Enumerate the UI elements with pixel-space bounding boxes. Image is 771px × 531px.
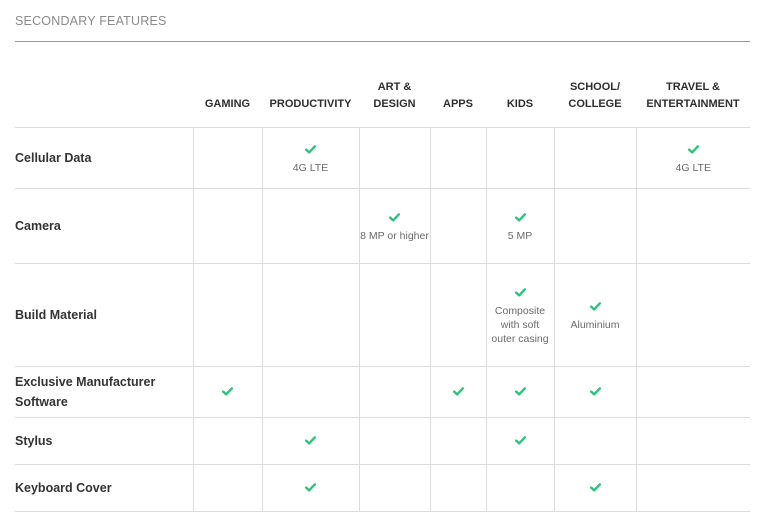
table-row: Cellular Data 4G LTE 4G LTE xyxy=(15,127,750,189)
feature-label: Stylus xyxy=(15,417,193,465)
feature-cell-gaming xyxy=(192,366,262,418)
feature-cell-school_college xyxy=(553,464,636,512)
feature-cell-productivity: 4G LTE xyxy=(261,127,359,189)
feature-cell-travel_entertainment xyxy=(635,263,750,367)
feature-cell-gaming xyxy=(192,188,262,264)
feature-cell-travel_entertainment xyxy=(635,417,750,465)
check-icon xyxy=(222,387,233,396)
check-icon xyxy=(589,387,601,396)
feature-cell-travel_entertainment xyxy=(635,366,750,418)
feature-cell-kids: Composite with soft outer casing xyxy=(485,263,554,367)
check-icon xyxy=(305,436,316,445)
feature-cell-art_design xyxy=(358,366,430,418)
feature-cell-kids xyxy=(485,417,554,465)
feature-cell-art_design xyxy=(358,417,430,465)
table-row: Stylus xyxy=(15,417,750,465)
column-header-label: KIDS xyxy=(506,98,534,110)
feature-cell-school_college xyxy=(553,127,636,189)
check-icon xyxy=(452,387,464,396)
check-icon xyxy=(589,302,601,311)
feature-cell-apps xyxy=(429,417,486,465)
feature-cell-art_design xyxy=(358,464,430,512)
feature-label: Keyboard Cover xyxy=(15,464,193,512)
cell-note: Aluminium xyxy=(570,319,620,331)
feature-cell-school_college: Aluminium xyxy=(553,263,636,367)
feature-cell-apps xyxy=(429,127,486,189)
feature-cell-productivity xyxy=(261,188,359,264)
feature-cell-kids xyxy=(485,464,554,512)
cell-note: 5 MP xyxy=(507,230,533,242)
column-header-label: GAMING xyxy=(204,98,251,110)
feature-label: Cellular Data xyxy=(15,127,193,189)
feature-cell-productivity xyxy=(261,417,359,465)
table-row: Camera 8 MP or higher 5 MP xyxy=(15,188,750,264)
feature-cell-art_design: 8 MP or higher xyxy=(358,188,430,264)
column-header-travel-entertainment: TRAVEL & ENTERTAINMENT xyxy=(636,42,750,128)
feature-cell-apps xyxy=(429,263,486,367)
column-header-productivity: PRODUCTIVITY xyxy=(262,42,359,128)
feature-cell-kids: 5 MP xyxy=(485,188,554,264)
feature-cell-apps xyxy=(429,188,486,264)
feature-cell-travel_entertainment xyxy=(635,464,750,512)
table-body: Cellular Data 4G LTE 4G LTE Camera 8 MP or h… xyxy=(15,127,750,512)
feature-label: Camera xyxy=(15,188,193,264)
check-icon xyxy=(589,483,601,492)
feature-cell-travel_entertainment: 4G LTE xyxy=(635,127,750,189)
column-header-kids: KIDS xyxy=(486,42,554,128)
section-title: SECONDARY FEATURES xyxy=(15,14,167,28)
feature-comparison-table: GAMING PRODUCTIVITY ART & DESIGN APPS KI… xyxy=(15,42,750,512)
column-header-art-design: ART & DESIGN xyxy=(359,42,430,128)
cell-note: 4G LTE xyxy=(675,162,711,174)
column-header-apps: APPS xyxy=(430,42,486,128)
cell-note: 8 MP or higher xyxy=(360,230,429,242)
column-header-label: APPS xyxy=(443,98,473,110)
feature-cell-school_college xyxy=(553,366,636,418)
feature-cell-productivity xyxy=(261,263,359,367)
cell-note: 4G LTE xyxy=(292,162,329,174)
feature-cell-school_college xyxy=(553,417,636,465)
feature-cell-kids xyxy=(485,127,554,189)
feature-cell-gaming xyxy=(192,417,262,465)
column-header-label: SCHOOL/ COLLEGE xyxy=(568,81,622,110)
column-header-label: ART & DESIGN xyxy=(373,81,416,110)
header-row: GAMING PRODUCTIVITY ART & DESIGN APPS KI… xyxy=(15,42,750,128)
check-icon xyxy=(389,213,400,222)
feature-cell-productivity xyxy=(261,464,359,512)
feature-cell-productivity xyxy=(261,366,359,418)
header-feature-spacer xyxy=(15,42,193,128)
check-icon xyxy=(687,145,699,154)
feature-cell-gaming xyxy=(192,127,262,189)
feature-cell-art_design xyxy=(358,263,430,367)
table-row: Exclusive Manufacturer Software xyxy=(15,366,750,418)
check-icon xyxy=(514,288,526,297)
feature-cell-gaming xyxy=(192,464,262,512)
table-row: Keyboard Cover xyxy=(15,464,750,512)
feature-label: Build Material xyxy=(15,263,193,367)
feature-label: Exclusive Manufacturer Software xyxy=(15,366,193,418)
feature-cell-travel_entertainment xyxy=(635,188,750,264)
column-header-label: PRODUCTIVITY xyxy=(269,98,352,110)
feature-cell-gaming xyxy=(192,263,262,367)
column-header-label: TRAVEL & ENTERTAINMENT xyxy=(646,81,740,110)
check-icon xyxy=(514,436,526,445)
feature-cell-apps xyxy=(429,464,486,512)
check-icon xyxy=(305,483,316,492)
column-header-gaming: GAMING xyxy=(193,42,262,128)
check-icon xyxy=(305,145,316,154)
feature-cell-art_design xyxy=(358,127,430,189)
feature-cell-kids xyxy=(485,366,554,418)
check-icon xyxy=(514,387,526,396)
column-header-school-college: SCHOOL/ COLLEGE xyxy=(554,42,636,128)
check-icon xyxy=(514,213,526,222)
feature-cell-school_college xyxy=(553,188,636,264)
feature-cell-apps xyxy=(429,366,486,418)
cell-note: Composite with soft outer casing xyxy=(491,305,549,345)
table-row: Build Material Composite with soft outer … xyxy=(15,263,750,367)
